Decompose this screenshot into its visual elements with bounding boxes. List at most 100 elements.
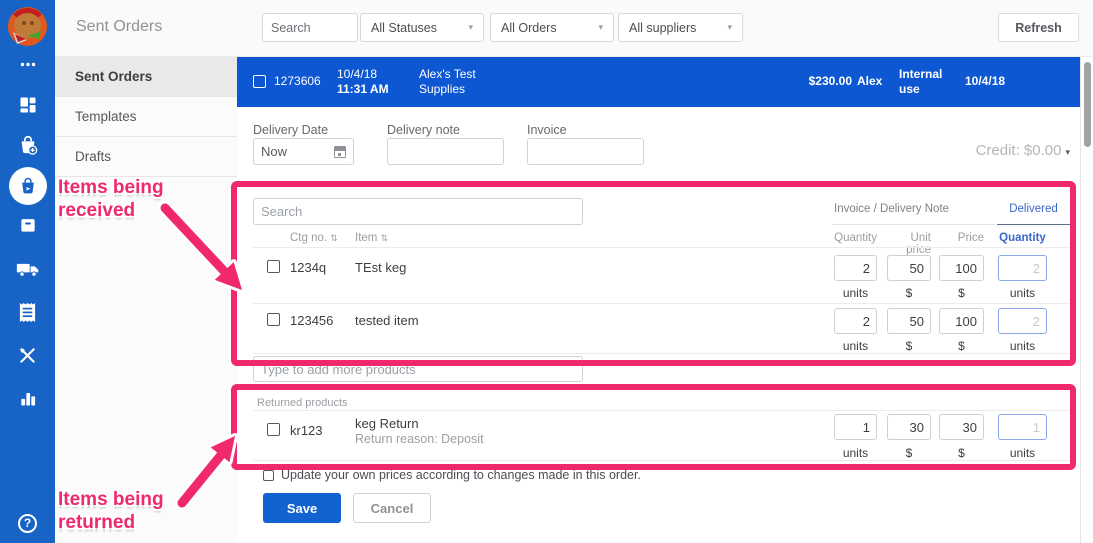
unit-label: units: [842, 446, 869, 460]
order-note: Internal use: [899, 67, 943, 96]
page-title: Sent Orders: [76, 18, 163, 35]
unit-label: units: [842, 286, 869, 300]
delivery-date-label: Delivery Date: [253, 123, 329, 137]
credit-dropdown[interactable]: Credit: $0.00 ▾: [976, 142, 1070, 159]
subnav-item-drafts[interactable]: Drafts: [55, 137, 237, 177]
item-row-checkbox[interactable]: [267, 313, 280, 326]
more-icon[interactable]: [0, 56, 55, 72]
row-divider: [253, 247, 1073, 248]
returned-item-ctg-no: kr123: [290, 423, 323, 438]
item-row-checkbox[interactable]: [267, 260, 280, 273]
subnav: Sent Orders Templates Drafts: [55, 57, 237, 543]
item-name: TEst keg: [355, 260, 407, 275]
save-button[interactable]: Save: [263, 493, 341, 523]
column-header-item[interactable]: Item ⇅: [355, 232, 388, 244]
returned-price-input[interactable]: [939, 414, 984, 440]
sent-orders-icon[interactable]: [0, 167, 55, 205]
item-delivered-quantity-input[interactable]: [998, 308, 1047, 334]
order-checkbox[interactable]: [253, 75, 266, 88]
returned-item-reason: Return reason: Deposit: [355, 432, 484, 446]
unit-label: units: [1009, 339, 1036, 353]
chevron-down-icon: ▾: [727, 22, 732, 32]
column-header-quantity: Quantity: [834, 232, 877, 244]
active-icon-bubble: [8, 167, 47, 205]
icon-sidebar: ?: [0, 0, 55, 543]
scrollbar-track: [1080, 57, 1093, 543]
invoices-icon[interactable]: [0, 300, 55, 324]
returned-products-label: Returned products: [257, 397, 348, 409]
order-number: 1273606: [274, 74, 321, 88]
order-summary-row[interactable]: 1273606 10/4/18 11:31 AM Alex's Test Sup…: [237, 57, 1080, 107]
credit-value: Credit: $0.00: [975, 142, 1062, 159]
order-total: $230.00: [808, 74, 852, 88]
status-filter-value: All Statuses: [371, 20, 438, 35]
group-header-divider: [832, 224, 995, 225]
column-header-price: Price: [957, 232, 984, 244]
currency-label: $: [905, 339, 913, 353]
orders-filter-select[interactable]: All Orders ▾: [490, 13, 614, 42]
currency-label: $: [958, 446, 965, 460]
unit-label: units: [842, 339, 869, 353]
subnav-item-templates[interactable]: Templates: [55, 97, 237, 137]
help-icon[interactable]: ?: [0, 513, 55, 533]
order-detail-panel: 1273606 10/4/18 11:31 AM Alex's Test Sup…: [237, 57, 1080, 543]
items-search-input[interactable]: [253, 198, 583, 225]
order-user: Alex: [857, 74, 883, 88]
suppliers-filter-value: All suppliers: [629, 20, 697, 35]
item-price-input[interactable]: [939, 255, 984, 281]
order-supplier: Alex's Test Supplies: [419, 67, 476, 96]
delivery-truck-icon[interactable]: [0, 257, 55, 281]
item-name: tested item: [355, 313, 419, 328]
item-unit-price-input[interactable]: [887, 255, 931, 281]
topbar: Sent Orders All Statuses ▾ All Orders ▾ …: [55, 0, 1093, 57]
reports-icon[interactable]: [0, 386, 55, 410]
item-ctg-no: 1234q: [290, 260, 327, 275]
sort-icon: ⇅: [330, 233, 338, 243]
order-delivery-date: 10/4/18: [965, 74, 1006, 88]
chevron-down-icon: ▾: [468, 22, 473, 32]
delivery-date-field[interactable]: Now: [253, 138, 354, 165]
invoice-delivery-note-group-header: Invoice / Delivery Note: [834, 203, 950, 215]
item-quantity-input[interactable]: [834, 308, 877, 334]
refresh-button[interactable]: Refresh: [998, 13, 1079, 42]
orders-search-input[interactable]: [262, 13, 358, 42]
update-prices-checkbox[interactable]: [263, 470, 274, 481]
item-ctg-no: 123456: [290, 313, 334, 328]
delivery-note-label: Delivery note: [387, 123, 460, 137]
sort-icon: ⇅: [380, 233, 389, 243]
row-divider: [253, 353, 1073, 354]
returned-quantity-input[interactable]: [834, 414, 877, 440]
currency-label: $: [905, 286, 913, 300]
inventory-icon[interactable]: [0, 213, 55, 237]
item-delivered-quantity-input[interactable]: [998, 255, 1047, 281]
currency-label: $: [958, 286, 965, 300]
help-glyph: ?: [23, 516, 32, 530]
returned-item-name: keg Return: [355, 416, 419, 431]
item-quantity-input[interactable]: [834, 255, 877, 281]
returned-unit-price-input[interactable]: [887, 414, 931, 440]
returned-item-checkbox[interactable]: [267, 423, 280, 436]
add-products-input[interactable]: [253, 356, 583, 382]
subnav-item-sent-orders[interactable]: Sent Orders: [55, 57, 237, 97]
app-logo[interactable]: [7, 6, 48, 47]
cookbook-icon[interactable]: [0, 343, 55, 367]
new-order-icon[interactable]: [0, 133, 55, 157]
chevron-down-icon: ▾: [1065, 147, 1070, 157]
column-header-ctg[interactable]: Ctg no. ⇅: [290, 232, 338, 244]
returned-delivered-quantity-input[interactable]: [998, 414, 1047, 440]
invoice-input[interactable]: [527, 138, 644, 165]
unit-label: units: [1009, 446, 1036, 460]
order-sent-datetime: 10/4/18 11:31 AM: [337, 67, 389, 96]
delivery-note-input[interactable]: [387, 138, 504, 165]
unit-label: units: [1009, 286, 1036, 300]
delivery-date-value: Now: [261, 144, 288, 159]
column-header-delivered-quantity: Quantity: [999, 232, 1046, 244]
status-filter-select[interactable]: All Statuses ▾: [360, 13, 484, 42]
item-price-input[interactable]: [939, 308, 984, 334]
dashboard-icon[interactable]: [0, 94, 55, 116]
scrollbar-thumb[interactable]: [1084, 62, 1091, 147]
suppliers-filter-select[interactable]: All suppliers ▾: [618, 13, 743, 42]
item-unit-price-input[interactable]: [887, 308, 931, 334]
chevron-down-icon: ▾: [598, 22, 603, 32]
cancel-button[interactable]: Cancel: [353, 493, 431, 523]
